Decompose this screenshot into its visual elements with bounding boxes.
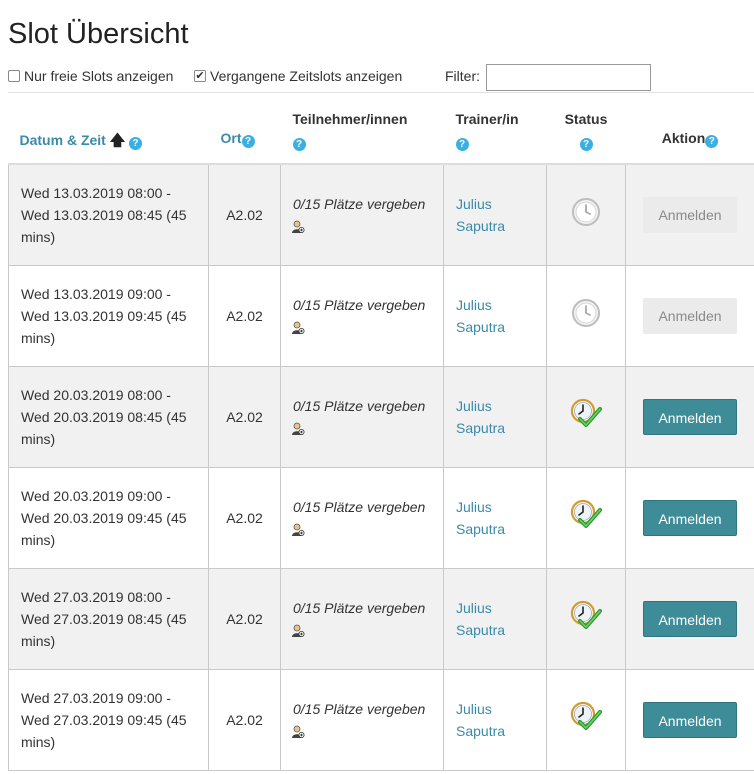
participants-icon[interactable]	[291, 725, 305, 739]
filter-label: Filter:	[445, 68, 480, 84]
anmelden-button: Anmelden	[643, 196, 737, 233]
slot-ort: A2.02	[208, 264, 281, 367]
help-icon[interactable]: ?	[455, 138, 469, 151]
slot-trainer[interactable]: Julius Saputra	[443, 365, 547, 468]
slot-status	[546, 567, 626, 670]
anmelden-button[interactable]: Anmelden	[643, 701, 737, 738]
slot-aktion: Anmelden	[625, 466, 754, 569]
open-clock-check-icon	[570, 701, 602, 736]
slot-teilnehmer: 0/15 Plätze vergeben	[280, 365, 444, 468]
header-ort-label[interactable]: Ort	[221, 130, 242, 146]
header-datum-label[interactable]: Datum & Zeit	[20, 132, 106, 148]
anmelden-button[interactable]: Anmelden	[643, 398, 737, 435]
slot-datetime: Wed 20.03.2019 08:00 - Wed 20.03.2019 08…	[8, 365, 209, 468]
header-teilnehmer: Teilnehmer/innen ?	[280, 93, 444, 165]
slot-datetime: Wed 13.03.2019 09:00 - Wed 13.03.2019 09…	[8, 264, 209, 367]
header-ort[interactable]: Ort?	[208, 93, 281, 165]
past-slots-toggle[interactable]: ✔ Vergangene Zeitslots anzeigen	[194, 68, 402, 84]
open-clock-check-icon	[570, 398, 602, 433]
free-slots-checkbox[interactable]	[8, 70, 20, 82]
table-row: Wed 27.03.2019 09:00 - Wed 27.03.2019 09…	[8, 668, 754, 771]
filter-input[interactable]	[486, 64, 651, 91]
anmelden-button: Anmelden	[643, 297, 737, 334]
slot-trainer[interactable]: Julius Saputra	[443, 264, 547, 367]
slot-teilnehmer: 0/15 Plätze vergeben	[280, 567, 444, 670]
slot-teilnehmer: 0/15 Plätze vergeben	[280, 264, 444, 367]
participants-icon[interactable]	[291, 624, 305, 638]
anmelden-button[interactable]: Anmelden	[643, 499, 737, 536]
header-trainer-label: Trainer/in	[455, 111, 519, 127]
sort-ascending-icon: 🡅	[109, 132, 126, 149]
slot-datetime: Wed 20.03.2019 09:00 - Wed 20.03.2019 09…	[8, 466, 209, 569]
slot-aktion: Anmelden	[625, 365, 754, 468]
table-row: Wed 27.03.2019 08:00 - Wed 27.03.2019 08…	[8, 567, 754, 670]
slot-trainer[interactable]: Julius Saputra	[443, 163, 547, 266]
header-aktion: Aktion?	[625, 93, 754, 165]
slot-teilnehmer: 0/15 Plätze vergeben	[280, 466, 444, 569]
past-slots-checkbox[interactable]: ✔	[194, 70, 206, 82]
past-clock-icon	[571, 197, 601, 230]
slot-teilnehmer: 0/15 Plätze vergeben	[280, 163, 444, 266]
slot-datetime: Wed 13.03.2019 08:00 - Wed 13.03.2019 08…	[8, 163, 209, 266]
slot-aktion: Anmelden	[625, 264, 754, 367]
page-title: Slot Übersicht	[8, 18, 189, 50]
slot-status	[546, 668, 626, 771]
slot-aktion: Anmelden	[625, 163, 754, 266]
help-icon[interactable]: ?	[705, 135, 719, 148]
table-row: Wed 20.03.2019 08:00 - Wed 20.03.2019 08…	[8, 365, 754, 468]
table-row: Wed 13.03.2019 09:00 - Wed 13.03.2019 09…	[8, 264, 754, 367]
slot-ort: A2.02	[208, 567, 281, 670]
slot-aktion: Anmelden	[625, 668, 754, 771]
open-clock-check-icon	[570, 499, 602, 534]
help-icon[interactable]: ?	[292, 138, 306, 151]
participants-icon[interactable]	[291, 422, 305, 436]
header-teilnehmer-label: Teilnehmer/innen	[292, 111, 408, 127]
filter-controls: Nur freie Slots anzeigen ✔ Vergangene Ze…	[8, 64, 754, 91]
slot-datetime: Wed 27.03.2019 09:00 - Wed 27.03.2019 09…	[8, 668, 209, 771]
free-slots-toggle[interactable]: Nur freie Slots anzeigen	[8, 68, 173, 84]
free-slots-label: Nur freie Slots anzeigen	[24, 68, 174, 84]
past-slots-label: Vergangene Zeitslots anzeigen	[210, 68, 403, 84]
header-aktion-label: Aktion	[661, 130, 706, 146]
slot-trainer[interactable]: Julius Saputra	[443, 567, 547, 670]
help-icon[interactable]: ?	[579, 138, 593, 151]
slot-status	[546, 365, 626, 468]
slot-teilnehmer: 0/15 Plätze vergeben	[280, 668, 444, 771]
slot-table: Datum & Zeit 🡅 ? Ort? Teilnehmer/innen ?…	[8, 93, 754, 771]
past-clock-icon	[571, 298, 601, 331]
header-trainer: Trainer/in ?	[443, 93, 547, 165]
table-row: Wed 13.03.2019 08:00 - Wed 13.03.2019 08…	[8, 163, 754, 266]
slot-datetime: Wed 27.03.2019 08:00 - Wed 27.03.2019 08…	[8, 567, 209, 670]
participants-icon[interactable]	[291, 321, 305, 335]
participants-icon[interactable]	[291, 220, 305, 234]
slot-trainer[interactable]: Julius Saputra	[443, 466, 547, 569]
anmelden-button[interactable]: Anmelden	[643, 600, 737, 637]
slot-trainer[interactable]: Julius Saputra	[443, 668, 547, 771]
participants-icon[interactable]	[291, 523, 305, 537]
help-icon[interactable]: ?	[241, 135, 255, 148]
slot-ort: A2.02	[208, 668, 281, 771]
slot-status	[546, 466, 626, 569]
open-clock-check-icon	[570, 600, 602, 635]
slot-ort: A2.02	[208, 466, 281, 569]
slot-ort: A2.02	[208, 365, 281, 468]
slot-status	[546, 264, 626, 367]
slot-aktion: Anmelden	[625, 567, 754, 670]
table-header-row: Datum & Zeit 🡅 ? Ort? Teilnehmer/innen ?…	[8, 93, 754, 165]
help-icon[interactable]: ?	[129, 137, 143, 150]
header-status-label: Status	[564, 111, 608, 127]
slot-ort: A2.02	[208, 163, 281, 266]
slot-status	[546, 163, 626, 266]
header-status: Status ?	[546, 93, 626, 165]
header-datum[interactable]: Datum & Zeit 🡅 ?	[8, 93, 209, 165]
table-row: Wed 20.03.2019 09:00 - Wed 20.03.2019 09…	[8, 466, 754, 569]
